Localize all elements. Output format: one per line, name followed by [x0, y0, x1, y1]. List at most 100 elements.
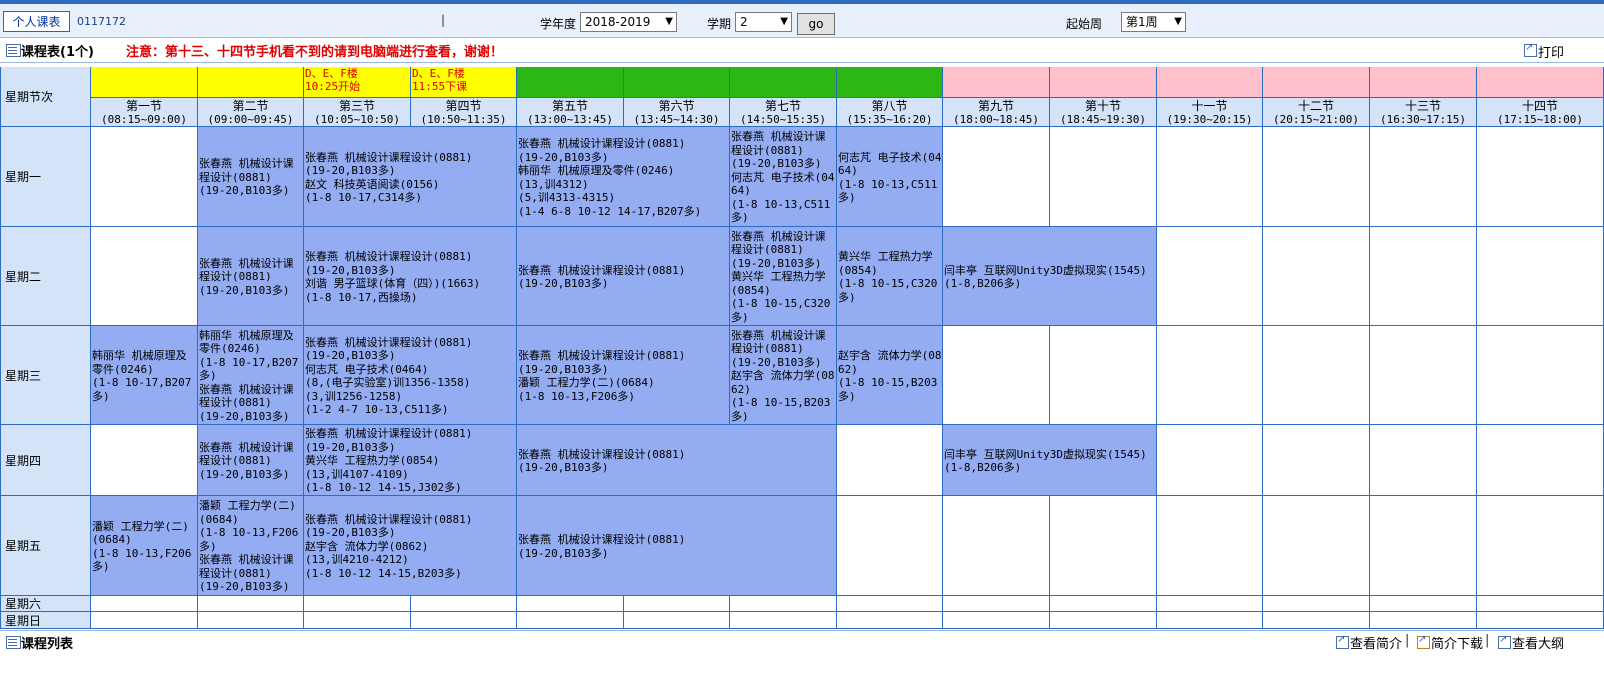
slot-header: 第五节 (13:00~13:45) — [517, 98, 624, 127]
slot-header: 第八节 (15:35~16:20) — [837, 98, 943, 127]
schedule-cell — [943, 596, 1050, 612]
slot-header: 第二节 (09:00~09:45) — [198, 98, 304, 127]
course-text: 韩丽华 机械原理及零件(0246) (1-8 10-17,B207多) 张春燕 … — [199, 328, 299, 423]
course-text: 闫丰亭 互联网Unity3D虚拟现实(1545) (1-8,B206多) — [944, 263, 1147, 291]
course-block[interactable]: 张春燕 机械设计课程设计(0881) (19-20,B103多) 潘颖 工程力学… — [517, 326, 730, 425]
schedule-cell — [198, 596, 304, 612]
schedule-cell — [1370, 127, 1477, 227]
chevron-down-icon: ▼ — [665, 16, 673, 27]
schedule-cell — [1263, 612, 1370, 629]
course-block[interactable]: 张春燕 机械设计课程设计(0881) (19-20,B103多) 黄兴华 工程热… — [304, 425, 517, 496]
course-block[interactable]: 韩丽华 机械原理及零件(0246) (1-8 10-17,B207多) 张春燕 … — [198, 326, 304, 425]
year-select[interactable]: 2018-2019 ▼ — [580, 12, 677, 32]
period-band: D、E、F楼 10:25开始 — [304, 67, 411, 98]
schedule-cell — [304, 612, 411, 629]
schedule-cell — [624, 612, 730, 629]
course-block[interactable]: 潘颖 工程力学(二)(0684) (1-8 10-13,F206多) 张春燕 机… — [198, 496, 304, 596]
slot-name: 十三节 — [1404, 99, 1441, 113]
schedule-cell — [730, 612, 837, 629]
course-block[interactable]: 张春燕 机械设计课程设计(0881) (19-20,B103多) — [517, 227, 730, 326]
schedule-cell — [1157, 127, 1263, 227]
schedule-cell — [1477, 227, 1604, 326]
course-block[interactable]: 张春燕 机械设计课程设计(0881) (19-20,B103多) — [198, 425, 304, 496]
course-text: 张春燕 机械设计课程设计(0881) (19-20,B103多) 赵宇含 流体力… — [305, 512, 473, 580]
term-select[interactable]: 2 ▼ — [735, 12, 792, 32]
period-band — [943, 67, 1050, 98]
schedule-cell — [943, 326, 1050, 425]
student-id: 0117172 — [77, 15, 126, 28]
course-text: 张春燕 机械设计课程设计(0881) (19-20,B103多) 黄兴华 工程热… — [731, 229, 831, 324]
slot-time: (10:05~10:50) — [313, 113, 401, 126]
slot-time: (20:15~21:00) — [1272, 113, 1360, 126]
course-block[interactable]: 张春燕 机械设计课程设计(0881) (19-20,B103多) 赵宇含 流体力… — [730, 326, 837, 425]
day-label: 星期二 — [0, 227, 91, 326]
schedule-cell — [1477, 596, 1604, 612]
schedule-cell — [1370, 496, 1477, 596]
slot-time: (18:00~18:45) — [952, 113, 1040, 126]
view-syllabus-link[interactable]: 查看大纲 — [1512, 633, 1564, 652]
schedule-cell — [943, 612, 1050, 629]
course-block[interactable]: 潘颖 工程力学(二)(0684) (1-8 10-13,F206多) — [91, 496, 198, 596]
course-block[interactable]: 张春燕 机械设计课程设计(0881) (19-20,B103多) 何志芃 电子技… — [304, 326, 517, 425]
course-text: 张春燕 机械设计课程设计(0881) (19-20,B103多) — [518, 263, 686, 291]
course-block[interactable]: 张春燕 机械设计课程设计(0881) (19-20,B103多) — [517, 425, 837, 496]
day-label: 星期一 — [0, 127, 91, 227]
course-text: 张春燕 机械设计课程设计(0881) (19-20,B103多) — [518, 447, 686, 475]
course-text: 何志芃 电子技术(0464) (1-8 10-13,C511多) — [838, 150, 942, 205]
slot-name: 第十节 — [1084, 99, 1121, 113]
start-week-label: 起始周 — [1066, 17, 1103, 31]
slot-header: 十二节 (20:15~21:00) — [1263, 98, 1370, 127]
section-title: 课程表(1个) — [21, 45, 94, 60]
schedule-cell — [1370, 227, 1477, 326]
table-icon — [6, 636, 21, 649]
slot-time: (08:15~09:00) — [100, 113, 188, 126]
course-block[interactable]: 张春燕 机械设计课程设计(0881) (19-20,B103多) — [517, 496, 837, 596]
course-block[interactable]: 张春燕 机械设计课程设计(0881) (19-20,B103多) 黄兴华 工程热… — [730, 227, 837, 326]
course-block[interactable]: 何志芃 电子技术(0464) (1-8 10-13,C511多) — [837, 127, 943, 227]
course-block[interactable]: 闫丰亭 互联网Unity3D虚拟现实(1545) (1-8,B206多) — [943, 227, 1157, 326]
course-block[interactable]: 张春燕 机械设计课程设计(0881) (19-20,B103多) — [198, 127, 304, 227]
schedule-cell — [1157, 326, 1263, 425]
course-block[interactable]: 张春燕 机械设计课程设计(0881) (19-20,B103多) 韩丽华 机械原… — [517, 127, 730, 227]
course-block[interactable]: 韩丽华 机械原理及零件(0246) (1-8 10-17,B207多) — [91, 326, 198, 425]
day-label: 星期三 — [0, 326, 91, 425]
period-band — [1370, 67, 1477, 98]
personal-schedule-tab[interactable]: 个人课表 — [3, 11, 70, 32]
start-week-select[interactable]: 第1周 ▼ — [1121, 12, 1186, 32]
slot-name: 十四节 — [1521, 99, 1558, 113]
schedule-cell — [1370, 326, 1477, 425]
schedule-cell — [1157, 612, 1263, 629]
view-intro-link[interactable]: 查看简介 — [1350, 633, 1402, 652]
course-block[interactable]: 黄兴华 工程热力学(0854) (1-8 10-15,C320多) — [837, 227, 943, 326]
download-intro-link[interactable]: 简介下载 — [1431, 633, 1483, 652]
course-block[interactable]: 张春燕 机械设计课程设计(0881) (19-20,B103多) 赵宇含 流体力… — [304, 496, 517, 596]
course-block[interactable]: 张春燕 机械设计课程设计(0881) (19-20,B103多) 赵文 科技英语… — [304, 127, 517, 227]
course-block[interactable]: 闫丰亭 互联网Unity3D虚拟现实(1545) (1-8,B206多) — [943, 425, 1157, 496]
separator: | — [1405, 633, 1410, 648]
course-block[interactable]: 张春燕 机械设计课程设计(0881) (19-20,B103多) — [198, 227, 304, 326]
schedule-cell — [1157, 496, 1263, 596]
slot-header: 十三节 (16:30~17:15) — [1370, 98, 1477, 127]
course-text: 潘颖 工程力学(二)(0684) (1-8 10-13,F206多) 张春燕 机… — [199, 499, 299, 594]
schedule-cell — [1477, 425, 1604, 496]
corner-label: 星期节次 — [0, 67, 91, 127]
schedule-section-header: 课程表(1个) 注意：第十三、十四节手机看不到的请到电脑端进行查看，谢谢！ 打印 — [0, 38, 1604, 63]
slot-header: 第一节 (08:15~09:00) — [91, 98, 198, 127]
course-block[interactable]: 赵宇含 流体力学(0862) (1-8 10-15,B203多) — [837, 326, 943, 425]
slot-name: 第六节 — [658, 99, 695, 113]
schedule-cell — [517, 612, 624, 629]
slot-time: (15:35~16:20) — [846, 113, 933, 126]
schedule-cell — [1050, 496, 1157, 596]
print-link[interactable]: 打印 — [1538, 42, 1564, 61]
schedule-cell — [91, 127, 198, 227]
schedule-cell — [91, 425, 198, 496]
schedule-cell — [837, 425, 943, 496]
course-block[interactable]: 张春燕 机械设计课程设计(0881) (19-20,B103多) 何志芃 电子技… — [730, 127, 837, 227]
go-button[interactable]: go — [797, 13, 835, 35]
schedule-cell — [91, 227, 198, 326]
course-block[interactable]: 张春燕 机械设计课程设计(0881) (19-20,B103多) 刘谐 男子篮球… — [304, 227, 517, 326]
schedule-cell — [1263, 496, 1370, 596]
schedule-cell — [1157, 596, 1263, 612]
course-text: 张春燕 机械设计课程设计(0881) (19-20,B103多) — [199, 440, 294, 481]
slot-time: (13:45~14:30) — [633, 113, 720, 126]
